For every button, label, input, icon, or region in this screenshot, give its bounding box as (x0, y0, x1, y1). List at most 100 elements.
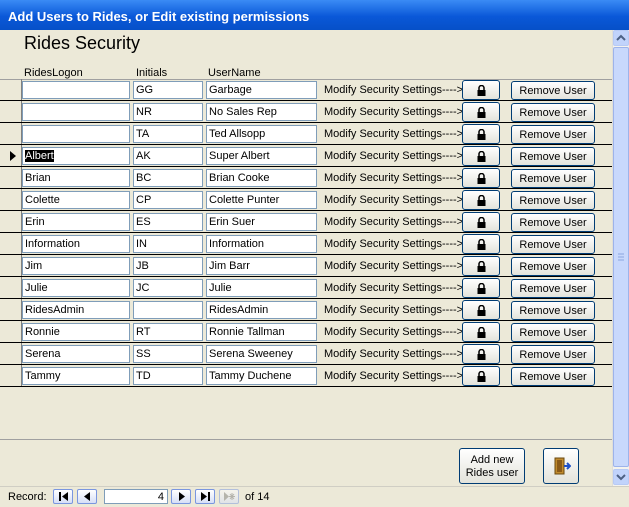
username-field[interactable]: Brian Cooke (206, 169, 317, 187)
vertical-scrollbar[interactable] (612, 30, 629, 486)
initials-field[interactable]: TD (133, 367, 203, 385)
rides-logon-field[interactable]: Jim (22, 257, 130, 275)
rides-security-form: Rides Security RidesLogon Initials UserN… (0, 30, 612, 486)
username-field[interactable]: Super Albert (206, 147, 317, 165)
username-field[interactable]: Jim Barr (206, 257, 317, 275)
security-settings-button[interactable] (462, 190, 500, 210)
last-record-button[interactable] (195, 489, 215, 504)
scroll-up-button[interactable] (613, 30, 629, 46)
previous-record-button[interactable] (77, 489, 97, 504)
remove-user-button[interactable]: Remove User (511, 191, 595, 210)
remove-user-button[interactable]: Remove User (511, 103, 595, 122)
scroll-down-button[interactable] (613, 469, 629, 485)
username-field[interactable]: No Sales Rep (206, 103, 317, 121)
rides-logon-field[interactable] (22, 103, 130, 121)
current-record-input[interactable]: 4 (104, 489, 168, 504)
username-field[interactable]: Garbage (206, 81, 317, 99)
username-field[interactable]: RidesAdmin (206, 301, 317, 319)
new-record-button[interactable] (219, 489, 239, 504)
username-field[interactable]: Ronnie Tallman (206, 323, 317, 341)
remove-user-button[interactable]: Remove User (511, 81, 595, 100)
rides-logon-field[interactable]: Albert (22, 147, 130, 165)
lock-icon (477, 173, 486, 184)
user-row: RidesAdmin RidesAdmin Modify Security Sett… (0, 299, 612, 321)
initials-field[interactable]: NR (133, 103, 203, 121)
username-field[interactable]: Erin Suer (206, 213, 317, 231)
remove-user-button[interactable]: Remove User (511, 345, 595, 364)
security-settings-button[interactable] (462, 366, 500, 386)
initials-field[interactable]: GG (133, 81, 203, 99)
rides-logon-field[interactable]: Tammy (22, 367, 130, 385)
remove-user-button[interactable]: Remove User (511, 147, 595, 166)
initials-field[interactable] (133, 301, 203, 319)
security-settings-button[interactable] (462, 322, 500, 342)
rides-logon-field[interactable] (22, 125, 130, 143)
security-settings-button[interactable] (462, 234, 500, 254)
modify-security-settings-label: Modify Security Settings----> (324, 348, 464, 360)
lock-icon (477, 151, 486, 162)
modify-security-settings-label: Modify Security Settings----> (324, 172, 464, 184)
initials-field[interactable]: ES (133, 213, 203, 231)
rides-logon-field[interactable]: Serena (22, 345, 130, 363)
rides-logon-field[interactable]: Ronnie (22, 323, 130, 341)
user-row: TA Ted Allsopp Modify Security Settings---… (0, 123, 612, 145)
remove-user-button[interactable]: Remove User (511, 125, 595, 144)
rides-logon-value: Erin (25, 216, 45, 228)
initials-field[interactable]: AK (133, 147, 203, 165)
remove-user-button[interactable]: Remove User (511, 213, 595, 232)
username-field[interactable]: Serena Sweeney (206, 345, 317, 363)
security-settings-button[interactable] (462, 278, 500, 298)
rides-logon-value: RidesAdmin (25, 304, 85, 316)
modify-security-settings-label: Modify Security Settings----> (324, 128, 464, 140)
lock-icon (477, 349, 486, 360)
initials-field[interactable]: CP (133, 191, 203, 209)
security-settings-button[interactable] (462, 212, 500, 232)
rides-logon-field[interactable]: Erin (22, 213, 130, 231)
username-field[interactable]: Tammy Duchene (206, 367, 317, 385)
remove-user-button[interactable]: Remove User (511, 301, 595, 320)
security-settings-button[interactable] (462, 102, 500, 122)
rides-logon-field[interactable] (22, 81, 130, 99)
initials-field[interactable]: JC (133, 279, 203, 297)
next-record-button[interactable] (171, 489, 191, 504)
scroll-grip-icon (618, 253, 624, 261)
security-settings-button[interactable] (462, 344, 500, 364)
security-settings-button[interactable] (462, 124, 500, 144)
security-settings-button[interactable] (462, 146, 500, 166)
remove-user-button[interactable]: Remove User (511, 279, 595, 298)
remove-user-button[interactable]: Remove User (511, 323, 595, 342)
security-settings-button[interactable] (462, 168, 500, 188)
security-settings-button[interactable] (462, 80, 500, 100)
username-field[interactable]: Julie (206, 279, 317, 297)
rides-logon-field[interactable]: Brian (22, 169, 130, 187)
initials-field[interactable]: TA (133, 125, 203, 143)
modify-security-settings-label: Modify Security Settings----> (324, 260, 464, 272)
rides-logon-field[interactable]: Colette (22, 191, 130, 209)
initials-field[interactable]: SS (133, 345, 203, 363)
first-record-button[interactable] (53, 489, 73, 504)
username-field[interactable]: Colette Punter (206, 191, 317, 209)
add-button-line-1: Add new (470, 454, 514, 466)
modify-security-settings-label: Modify Security Settings----> (324, 194, 464, 206)
rides-logon-field[interactable]: RidesAdmin (22, 301, 130, 319)
username-field[interactable]: Ted Allsopp (206, 125, 317, 143)
rides-logon-field[interactable]: Information (22, 235, 130, 253)
user-row: Serena SS Serena Sweeney Modify Security Se… (0, 343, 612, 365)
initials-field[interactable]: IN (133, 235, 203, 253)
remove-user-button[interactable]: Remove User (511, 257, 595, 276)
remove-user-button[interactable]: Remove User (511, 235, 595, 254)
initials-field[interactable]: BC (133, 169, 203, 187)
scroll-thumb[interactable] (613, 47, 629, 467)
remove-user-button[interactable]: Remove User (511, 367, 595, 386)
add-new-rides-user-button[interactable]: Add new Rides user (459, 448, 525, 484)
lock-icon (477, 195, 486, 206)
initials-field[interactable]: JB (133, 257, 203, 275)
security-settings-button[interactable] (462, 256, 500, 276)
exit-button[interactable] (543, 448, 579, 484)
security-settings-button[interactable] (462, 300, 500, 320)
rides-logon-field[interactable]: Julie (22, 279, 130, 297)
initials-field[interactable]: RT (133, 323, 203, 341)
remove-user-button[interactable]: Remove User (511, 169, 595, 188)
username-field[interactable]: Information (206, 235, 317, 253)
modify-security-settings-label: Modify Security Settings----> (324, 150, 464, 162)
